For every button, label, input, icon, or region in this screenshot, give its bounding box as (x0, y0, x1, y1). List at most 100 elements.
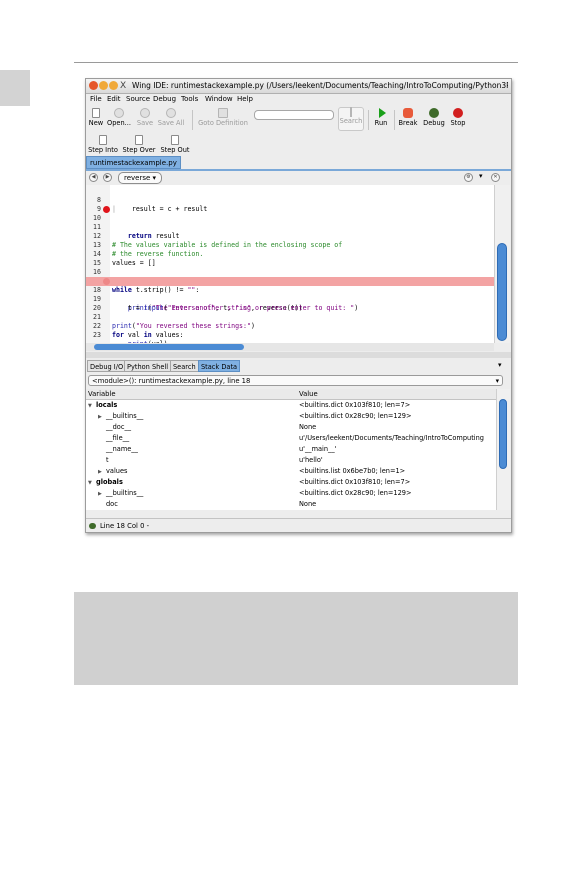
save-disk-icon (140, 108, 150, 118)
search-input[interactable] (254, 110, 334, 120)
breakpoint-icon[interactable] (103, 206, 110, 213)
table-row[interactable]: __name__ u'__main__' (86, 444, 496, 455)
stop-button[interactable]: Stop (449, 106, 467, 132)
table-row[interactable]: doc None (86, 499, 496, 510)
code-line: 12 # The values variable is defined in t… (86, 223, 494, 249)
status-text: Line 18 Col 0 - (100, 522, 150, 530)
column-value[interactable]: Value (299, 389, 318, 399)
page-top-rule (74, 62, 518, 63)
close-window-icon[interactable] (89, 81, 98, 90)
forward-arrow-icon[interactable]: ▶ (103, 173, 112, 182)
tab-search[interactable]: Search (170, 360, 199, 372)
code-line: 10 return result (86, 205, 494, 240)
menu-help[interactable]: Help (237, 94, 253, 105)
code-line: 13 # the reverse function. (86, 232, 494, 258)
goto-definition-icon (218, 108, 228, 118)
breakpoint-icon[interactable] (103, 278, 110, 285)
goto-definition-label: Goto Definition (198, 119, 248, 127)
table-row[interactable]: ▶ values <builtins.list 0x6be7b0; len=1> (86, 466, 496, 477)
toolbar-separator (192, 110, 193, 130)
code-line: 8 | result = c + result (86, 187, 494, 213)
open-folder-icon (114, 108, 124, 118)
table-row[interactable]: ▼ globals <builtins.dict 0x103f810; len=7… (86, 477, 496, 488)
step-toolbar: Step Into Step Over Step Out (86, 133, 511, 155)
code-line: 22 for val in values: (86, 313, 494, 339)
row-value: <builtins.dict 0x28c90; len=129> (299, 489, 412, 497)
code-editor[interactable]: 8 | result = c + result 9 10 return resu… (86, 185, 494, 343)
menu-file[interactable]: File (90, 94, 102, 105)
function-select[interactable]: reverse ▾ (118, 172, 163, 184)
editor-scroll-thumb[interactable] (497, 243, 507, 341)
goto-definition-button[interactable]: Goto Definition (197, 106, 249, 132)
menu-debug[interactable]: Debug (153, 94, 176, 105)
tab-python-shell[interactable]: Python Shell (124, 360, 172, 372)
table-row[interactable]: ▶ __builtins__ <builtins.dict 0x28c90; le… (86, 488, 496, 499)
menu-source[interactable]: Source (126, 94, 150, 105)
maximize-window-icon[interactable] (109, 81, 118, 90)
table-row[interactable]: t u'hello' (86, 455, 496, 466)
step-over-icon (135, 135, 143, 145)
save-button[interactable]: Save (135, 106, 155, 132)
toolbar-separator (368, 110, 369, 130)
step-out-icon (171, 135, 179, 145)
tab-stack-data[interactable]: Stack Data (198, 360, 241, 372)
wing-ide-window: X Wing IDE: runtimestackexample.py (/Use… (85, 78, 512, 533)
row-name-text: values (106, 467, 128, 475)
row-value: None (299, 423, 317, 431)
tab-debug-io[interactable]: Debug I/O (87, 360, 127, 372)
editor-tab-bar: runtimestackexample.py (86, 155, 511, 171)
minimize-window-icon[interactable] (99, 81, 108, 90)
code-line: 20 (86, 295, 494, 312)
editor-hscroll-thumb[interactable] (94, 344, 244, 350)
stack-table-scroll-thumb[interactable] (499, 399, 507, 469)
stack-table-scrollbar[interactable] (496, 389, 510, 510)
row-name-text: globals (96, 478, 123, 486)
row-name: t (106, 456, 109, 464)
stack-table-header: Variable Value (86, 389, 496, 400)
debug-button[interactable]: Debug (422, 106, 446, 132)
row-value: u'__main__' (299, 445, 337, 453)
stop-sign-icon (453, 108, 463, 118)
row-name-text: __builtins__ (106, 489, 144, 497)
table-row[interactable]: ▼ locals <builtins.dict 0x103f810; len=7> (86, 400, 496, 411)
open-button[interactable]: Open... (106, 106, 132, 132)
save-label: Save (136, 119, 154, 127)
editor-horizontal-scrollbar[interactable] (86, 343, 494, 351)
code-line: 19 t = input("Enter another string or pr… (86, 286, 494, 312)
break-button[interactable]: Break (397, 106, 419, 132)
close-editor-icon[interactable]: ✕ (491, 173, 500, 182)
break-hand-icon (403, 108, 413, 118)
stack-frame-select[interactable]: <module>(): runtimestackexample.py, line… (88, 375, 503, 386)
menu-edit[interactable]: Edit (107, 94, 121, 105)
column-variable[interactable]: Variable (88, 389, 116, 399)
search-button[interactable]: Search (338, 107, 364, 131)
row-name-text: locals (96, 401, 118, 409)
options-icon[interactable]: ⚙ (464, 173, 473, 182)
panel-menu-chevron-icon[interactable]: ▾ (498, 361, 502, 369)
menu-window[interactable]: Window (205, 94, 233, 105)
pane-splitter[interactable] (86, 352, 511, 358)
x11-app-icon: X (120, 81, 127, 91)
menu-tools[interactable]: Tools (181, 94, 198, 105)
save-all-button[interactable]: Save All (156, 106, 186, 132)
save-all-label: Save All (157, 119, 185, 127)
status-bar: Line 18 Col 0 - (86, 518, 511, 532)
run-button[interactable]: Run (372, 106, 390, 132)
table-row[interactable]: ▶ __builtins__ <builtins.dict 0x28c90; le… (86, 411, 496, 422)
table-row[interactable]: __file__ u'/Users/leekent/Documents/Teac… (86, 433, 496, 444)
row-value: <builtins.list 0x6be7b0; len=1> (299, 467, 406, 475)
step-over-label: Step Over (122, 146, 156, 154)
new-button[interactable]: New (88, 106, 104, 132)
table-row[interactable]: __doc__ None (86, 422, 496, 433)
back-arrow-icon[interactable]: ◀ (89, 173, 98, 182)
file-tab-runtimestackexample[interactable]: runtimestackexample.py (86, 156, 181, 169)
main-toolbar: New Open... Save Save All Goto Definitio… (86, 106, 511, 132)
stack-frame-value: <module>(): runtimestackexample.py, line… (92, 377, 251, 385)
editor-vertical-scrollbar[interactable] (494, 185, 510, 343)
row-value: <builtins.dict 0x28c90; len=129> (299, 412, 412, 420)
stack-table: ▼ locals <builtins.dict 0x103f810; len=7>… (86, 400, 496, 510)
row-name-text: __builtins__ (106, 412, 144, 420)
tool-panel-tabs: Debug I/O Python Shell Search Stack Data… (86, 359, 511, 373)
editor-menu-chevron-icon[interactable]: ▾ (479, 172, 483, 180)
current-line-highlight: 18 print("The reverse of", t, "is", reve… (86, 277, 494, 312)
